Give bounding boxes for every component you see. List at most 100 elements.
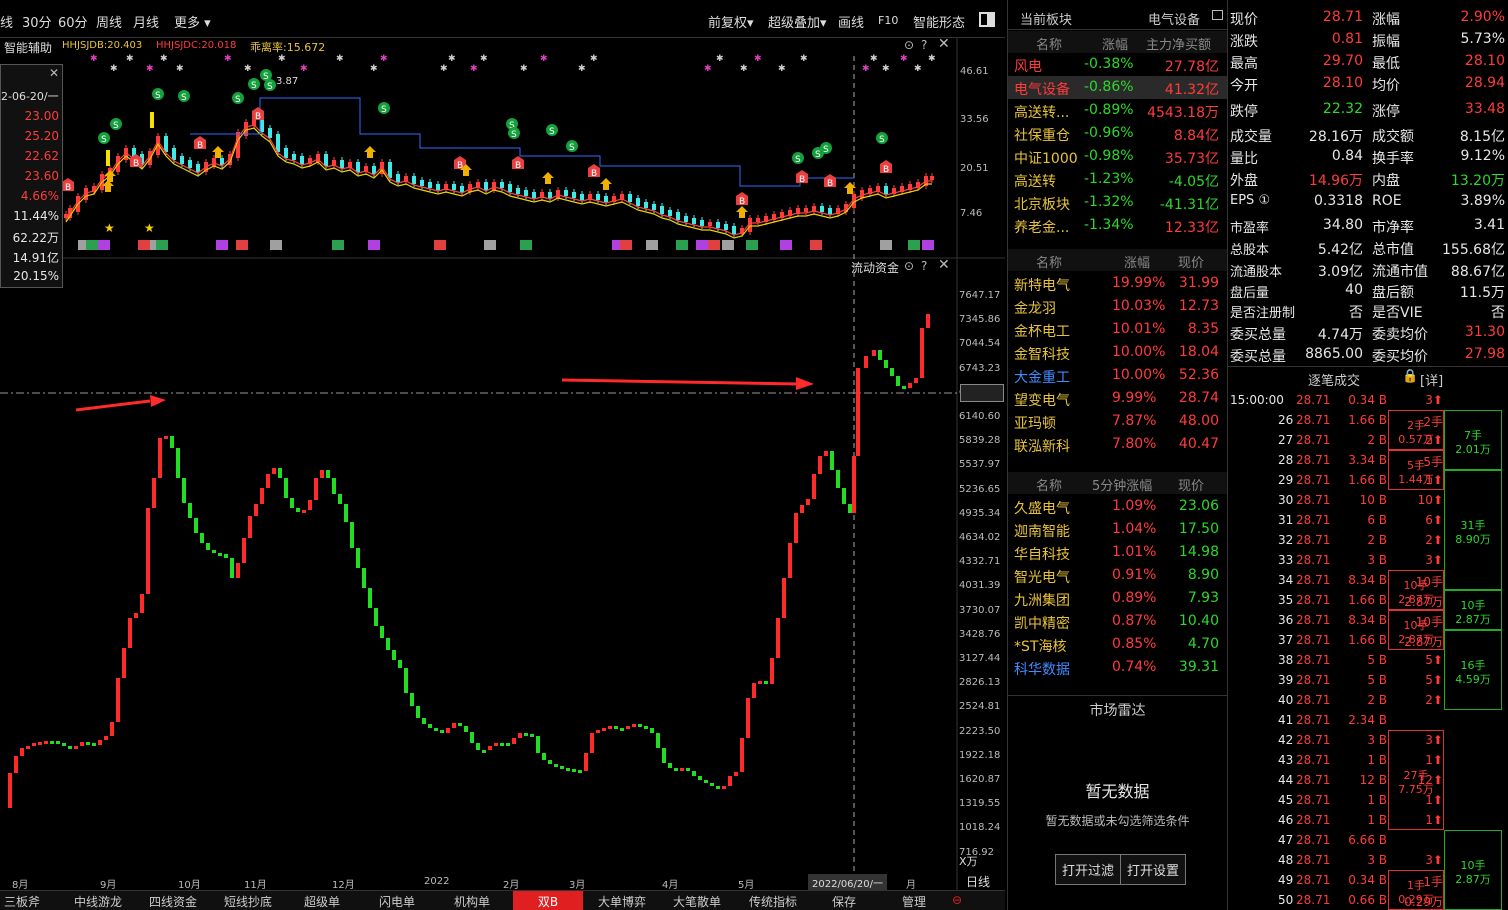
period-more[interactable]: 更多 ▾ <box>174 12 211 31</box>
leaders-row[interactable]: 金智科技 10.00% 18.04 <box>1008 341 1227 364</box>
lock-icon[interactable]: 🔒 <box>1402 369 1418 384</box>
collapse-icon[interactable]: ⊖ <box>952 893 962 907</box>
five_min-row[interactable]: 智光电气 0.91% 8.90 <box>1008 564 1227 587</box>
col-name: 名称 <box>1036 38 1063 53</box>
capital-bar <box>878 350 882 360</box>
tab-sixian[interactable]: 四线资金 <box>149 893 197 910</box>
period-day[interactable]: 线 <box>0 12 13 31</box>
help-icon[interactable]: ? <box>921 38 927 52</box>
sector-row[interactable]: 风电 -0.38% 27.78亿 <box>1008 53 1227 76</box>
period-30min[interactable]: 30分 <box>22 12 52 31</box>
close-icon[interactable]: ✕ <box>938 38 950 52</box>
settings-icon[interactable]: ⊙ <box>904 38 914 52</box>
five_min-row[interactable]: 迦南智能 1.04% 17.50 <box>1008 518 1227 541</box>
trade-cell: 10 B <box>1359 493 1387 507</box>
open-filter-button[interactable]: 打开过滤 <box>1055 854 1122 885</box>
capital-y-tick: 4031.39 <box>959 580 1001 592</box>
sector-row[interactable]: 社保重仓 -0.96% 8.84亿 <box>1008 122 1227 145</box>
period-month[interactable]: 月线 <box>133 12 159 31</box>
tab-zhongxian[interactable]: 中线游龙 <box>74 893 122 910</box>
tab-dadan[interactable]: 大单博弈 <box>598 893 646 910</box>
tab-duanxian[interactable]: 短线抄底 <box>224 893 272 910</box>
quote-row: 是否注册制否是否VIE 否 <box>1228 300 1508 322</box>
col-change: 涨幅 <box>1102 38 1129 53</box>
smart-pattern-button[interactable]: 智能形态 <box>913 12 965 31</box>
lower-settings-icon[interactable]: ⊙ <box>904 259 914 273</box>
capital-bar <box>740 738 744 772</box>
overlay-menu[interactable]: 超级叠加▾ <box>768 12 827 31</box>
tab-save[interactable]: 保存 <box>832 893 856 910</box>
highlight-bar <box>106 150 110 166</box>
leaders-row[interactable]: 亚玛顿 7.87% 48.00 <box>1008 410 1227 433</box>
x-tick: 4月 <box>662 880 679 890</box>
leaders-row[interactable]: 大金重工 10.00% 52.36 <box>1008 364 1227 387</box>
capital-bar <box>614 726 618 729</box>
sector-row[interactable]: 中证1000 -0.98% 35.73亿 <box>1008 145 1227 168</box>
tab-shandian[interactable]: 闪电单 <box>379 893 415 910</box>
event-tag <box>908 240 920 250</box>
quote-value: 5.73% <box>1460 31 1505 47</box>
period-label[interactable]: 日线 <box>966 873 990 890</box>
five_min-row[interactable]: *ST海核 0.85% 4.70 <box>1008 633 1227 656</box>
capital-bar <box>692 771 696 776</box>
trade-cell: 3⬆ <box>1425 853 1443 867</box>
star-marker: ✱ <box>160 54 168 64</box>
leaders-row[interactable]: 金龙羽 10.03% 12.73 <box>1008 295 1227 318</box>
tooltip-close-icon[interactable]: ✕ <box>49 66 59 80</box>
quote-row: 总股本 5.42亿 总市值 155.68亿 <box>1228 237 1508 259</box>
capital-y-tick: 4935.34 <box>959 507 1001 519</box>
period-week[interactable]: 周线 <box>96 12 122 31</box>
trade-cell: 3⬆ <box>1425 553 1443 567</box>
capital-bar <box>836 470 840 488</box>
quote-value: 28.10 <box>1322 75 1363 91</box>
sector-row[interactable]: 养老金... -1.34% 12.33亿 <box>1008 214 1227 237</box>
leaders-row[interactable]: 望变电气 9.99% 28.74 <box>1008 387 1227 410</box>
leaders-row[interactable]: 金杯电工 10.01% 8.35 <box>1008 318 1227 341</box>
capital-bar <box>656 733 660 748</box>
stock-price: 18.04 <box>1178 344 1219 360</box>
period-60min[interactable]: 60分 <box>58 12 88 31</box>
tab-dabi[interactable]: 大笔散单 <box>673 893 721 910</box>
buy-group-box: 27手 7.75万 <box>1388 730 1444 830</box>
open-settings-button[interactable]: 打开设置 <box>1120 854 1187 885</box>
draw-line-button[interactable]: 画线 <box>838 12 864 31</box>
lower-help-icon[interactable]: ? <box>921 259 927 273</box>
trade-cell: 28.71 <box>1296 653 1331 667</box>
event-tag <box>880 240 892 250</box>
lower-close-icon[interactable]: ✕ <box>938 257 950 273</box>
five_min-row[interactable]: 华自科技 1.01% 14.98 <box>1008 541 1227 564</box>
capital-bar <box>470 732 474 743</box>
five_min-row[interactable]: 九洲集团 0.89% 7.93 <box>1008 587 1227 610</box>
five_min-row[interactable]: 凯中精密 0.87% 10.40 <box>1008 610 1227 633</box>
capital-bar <box>206 543 210 550</box>
capital-y-tick: 7345.86 <box>959 314 1001 326</box>
x-tick: 2022 <box>424 876 450 887</box>
tab-jigou[interactable]: 机构单 <box>454 893 490 910</box>
layout-toggle-icon[interactable] <box>979 12 995 27</box>
adjust-menu[interactable]: 前复权▾ <box>708 12 754 31</box>
quote-label: 最高 <box>1230 56 1258 72</box>
tab-chaojidan[interactable]: 超级单 <box>304 893 340 910</box>
tab-chuantong[interactable]: 传统指标 <box>749 893 797 910</box>
f10-button[interactable]: F10 <box>878 14 898 27</box>
trade-cell: 43 <box>1278 753 1294 767</box>
leaders-row[interactable]: 联泓新科 7.80% 40.47 <box>1008 433 1227 456</box>
quote-label: 涨跌 <box>1230 34 1258 50</box>
tab-shuangb[interactable]: 双B <box>513 891 583 910</box>
detail-link[interactable]: [详] <box>1420 370 1443 389</box>
five_min-row[interactable]: 科华数据 0.74% 39.31 <box>1008 656 1227 679</box>
tab-sanbanfu[interactable]: 三板斧 <box>4 893 40 910</box>
leaders-row[interactable]: 新特电气 19.99% 31.99 <box>1008 272 1227 295</box>
capital-bar <box>626 726 630 729</box>
minimize-icon[interactable] <box>1212 10 1223 20</box>
sector-row[interactable]: 高送转... -0.89% 4543.18万 <box>1008 99 1227 122</box>
sector-row[interactable]: 高送转 -1.23% -4.05亿 <box>1008 168 1227 191</box>
sector-row[interactable]: 电气设备 -0.86% 41.32亿 <box>1008 76 1227 99</box>
capital-y-tick: 6743.23 <box>959 362 1001 374</box>
sector-row[interactable]: 北京板块 -1.32% -41.31亿 <box>1008 191 1227 214</box>
five_min-row[interactable]: 久盛电气 1.09% 23.06 <box>1008 495 1227 518</box>
capital-bar <box>452 723 456 728</box>
tab-manage[interactable]: 管理 <box>902 893 926 910</box>
sell-signal-letter: S <box>511 130 517 140</box>
stock-change: 10.00% <box>1112 367 1166 383</box>
